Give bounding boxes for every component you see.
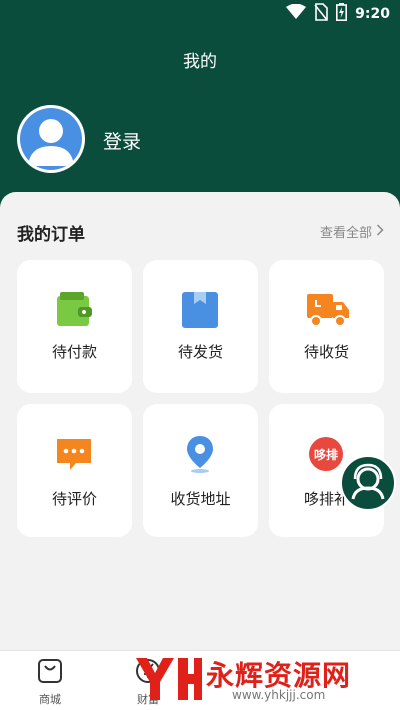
page-title: 我的 [183,52,217,72]
order-label: 收货地址 [170,490,231,508]
orders-section-title: 我的订单 [17,225,85,245]
orders-panel: 我的订单 查看全部 待付款 待发货 待收货 待评价 收货地址 哆排 哆排补 [0,192,400,650]
wallet-icon [54,290,94,330]
status-bar: 9:20 [0,0,400,28]
wifi-icon [286,3,307,24]
chevron-right-icon [376,223,384,240]
order-label: 待收货 [303,343,349,361]
tab-mall[interactable]: 商城 [20,657,80,707]
order-pending-receipt[interactable]: 待收货 [269,260,384,393]
location-pin-icon [180,434,220,474]
status-time: 9:20 [355,6,390,22]
duopai-logo-text: 哆排 [314,447,338,462]
no-sim-icon [314,3,328,25]
order-label: 待发货 [177,343,223,361]
battery-charging-icon [336,3,348,25]
shopping-bag-icon [36,659,64,689]
shipping-address[interactable]: 收货地址 [143,404,258,537]
customer-service-button[interactable] [340,455,396,511]
chat-bubble-icon [54,434,94,474]
watermark-logo-icon [136,658,202,700]
order-label: 待付款 [51,343,97,361]
headset-user-icon [351,463,385,500]
watermark: 永辉资源网 www.yhkjjj.com [132,652,382,706]
order-label: 待评价 [51,490,97,508]
duopai-logo-icon: 哆排 [306,434,346,474]
order-pending-shipment[interactable]: 待发货 [143,260,258,393]
watermark-url: www.yhkjjj.com [232,688,326,702]
user-icon [28,119,74,166]
order-pending-review[interactable]: 待评价 [17,404,132,537]
order-pending-payment[interactable]: 待付款 [17,260,132,393]
package-icon [180,290,220,330]
tab-label: 商城 [39,693,61,706]
view-all-label: 查看全部 [319,226,372,241]
avatar[interactable] [17,105,85,173]
view-all-orders-link[interactable]: 查看全部 [320,222,384,241]
profile-header: 9:20 我的 登录 [0,0,400,215]
truck-icon [306,290,349,330]
login-link[interactable]: 登录 [103,127,141,154]
